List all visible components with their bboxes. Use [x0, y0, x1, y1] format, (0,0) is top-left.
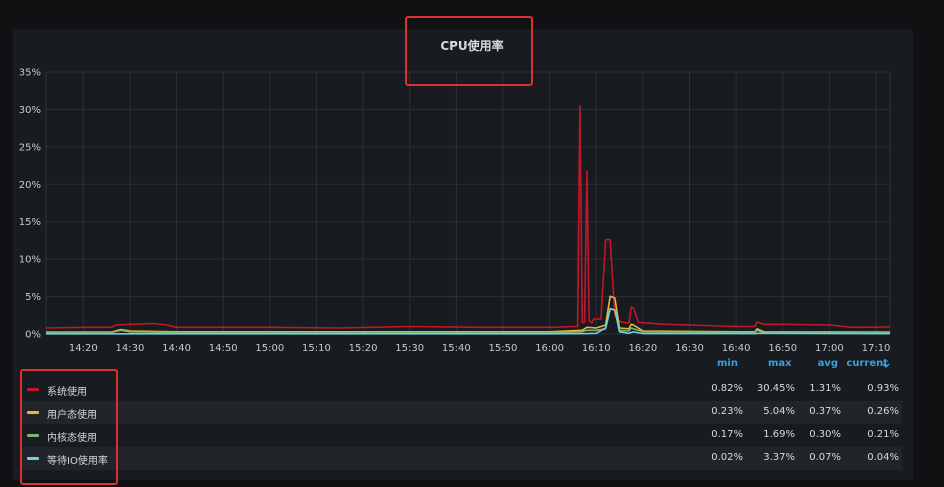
legend-avg: 0.37%	[809, 406, 841, 417]
x-tick-label: 15:00	[255, 343, 284, 354]
legend-row-user[interactable]: 用户态使用 0.23% 5.04% 0.37% 0.26%	[20, 401, 902, 424]
x-axis: 14:20 14:30 14:40 14:50 15:00 15:10 15:20 15:30…	[69, 343, 891, 354]
legend-max: 1.69%	[763, 429, 795, 440]
chevron-down-icon[interactable]	[882, 358, 890, 378]
y-tick-label: 15%	[19, 217, 41, 228]
legend-current: 0.21%	[867, 429, 899, 440]
x-tick-label: 16:20	[628, 343, 657, 354]
legend-current: 0.04%	[867, 452, 899, 463]
legend-current: 0.93%	[867, 383, 899, 394]
series-line	[46, 307, 891, 334]
x-tick-label: 15:10	[302, 343, 331, 354]
x-tick-label: 15:30	[395, 343, 424, 354]
y-tick-label: 0%	[25, 330, 41, 341]
legend-series-name: 内核态使用	[47, 433, 97, 444]
series-color-swatch	[27, 411, 39, 414]
grid-lines	[45, 71, 891, 335]
legend-min: 0.82%	[711, 383, 743, 394]
legend-min: 0.17%	[711, 429, 743, 440]
x-tick-label: 15:40	[442, 343, 471, 354]
legend-avg: 0.30%	[809, 429, 841, 440]
legend-avg: 0.07%	[809, 452, 841, 463]
y-tick-label: 20%	[19, 180, 41, 191]
y-axis: 0% 5% 10% 15% 20% 25% 30% 35%	[19, 68, 41, 341]
x-tick-label: 14:50	[209, 343, 238, 354]
y-tick-label: 35%	[19, 68, 41, 79]
legend-row-system[interactable]: 系统使用 0.82% 30.45% 1.31% 0.93%	[20, 378, 902, 401]
series-color-swatch	[27, 457, 39, 460]
legend-series-name: 系统使用	[47, 387, 87, 398]
y-tick-label: 5%	[25, 292, 41, 303]
x-tick-label: 17:10	[862, 343, 891, 354]
y-tick-label: 30%	[19, 105, 41, 116]
legend-avg: 1.31%	[809, 383, 841, 394]
legend-current: 0.26%	[867, 406, 899, 417]
series-line	[46, 307, 891, 335]
x-tick-label: 17:00	[815, 343, 844, 354]
x-tick-label: 14:40	[162, 343, 191, 354]
series-lines	[45, 105, 891, 335]
legend-header-avg[interactable]: avg	[816, 358, 838, 378]
legend-min: 0.02%	[711, 452, 743, 463]
legend-series-name: 等待IO使用率	[47, 456, 108, 467]
series-color-swatch	[27, 434, 39, 437]
x-tick-label: 16:10	[582, 343, 611, 354]
y-tick-label: 25%	[19, 142, 41, 153]
x-tick-label: 16:00	[535, 343, 564, 354]
legend-series-name: 用户态使用	[47, 410, 97, 421]
legend-min: 0.23%	[711, 406, 743, 417]
legend-header-min[interactable]: min	[717, 358, 738, 378]
x-tick-label: 16:30	[675, 343, 704, 354]
x-tick-label: 14:30	[116, 343, 145, 354]
legend-row-iowait[interactable]: 等待IO使用率 0.02% 3.37% 0.07% 0.04%	[20, 447, 902, 470]
legend-max: 3.37%	[763, 452, 795, 463]
legend-max: 30.45%	[756, 383, 795, 394]
legend-row-kernel[interactable]: 内核态使用 0.17% 1.69% 0.30% 0.21%	[20, 424, 902, 447]
legend-header-max[interactable]: max	[768, 358, 792, 378]
x-tick-label: 16:50	[768, 343, 797, 354]
x-tick-label: 16:40	[722, 343, 751, 354]
series-line	[45, 105, 891, 329]
x-tick-label: 14:20	[69, 343, 98, 354]
x-tick-label: 15:50	[489, 343, 518, 354]
y-tick-label: 10%	[19, 255, 41, 266]
series-color-swatch	[27, 388, 39, 391]
legend-max: 5.04%	[763, 406, 795, 417]
x-tick-label: 15:20	[349, 343, 378, 354]
